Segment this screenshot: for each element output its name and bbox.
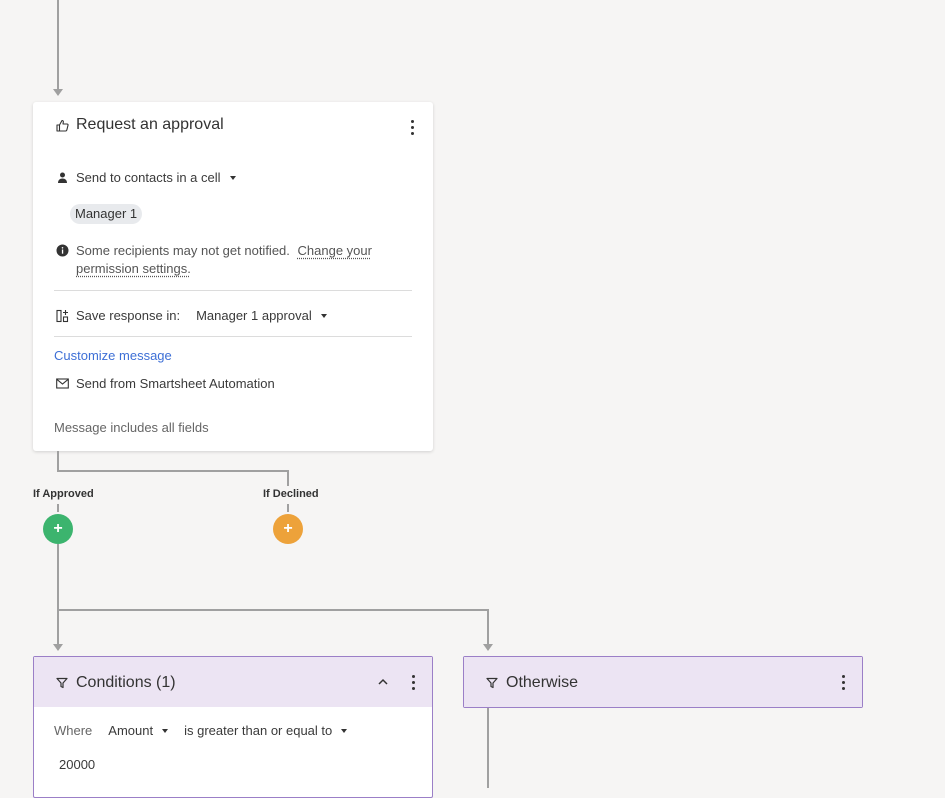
condition-operator-dropdown[interactable]: is greater than or equal to — [184, 723, 348, 738]
conditions-card: Conditions (1) Where Amount is greater t… — [33, 656, 433, 798]
permission-settings-link-part2[interactable]: permission settings. — [76, 261, 191, 276]
permission-notice: Some recipients may not get notified. Ch… — [55, 242, 372, 278]
otherwise-down-connector — [487, 609, 489, 645]
otherwise-out-connector — [487, 708, 489, 788]
envelope-icon — [55, 377, 69, 391]
chevron-down-icon — [229, 175, 236, 180]
conditions-arrow — [53, 644, 63, 651]
conditions-menu-icon[interactable] — [405, 672, 421, 692]
recipient-chip[interactable]: Manager 1 — [70, 204, 143, 224]
recipient-mode-label: Send to contacts in a cell — [76, 170, 221, 185]
thumbs-up-icon — [55, 118, 69, 132]
save-response-dropdown[interactable]: Manager 1 approval — [196, 308, 327, 323]
permission-settings-link-part1[interactable]: Change your — [298, 243, 372, 258]
where-label: Where — [54, 723, 93, 738]
if-declined-label: If Declined — [263, 488, 319, 500]
divider — [54, 336, 412, 337]
condition-value-field[interactable]: 20000 — [59, 757, 95, 772]
approval-card-title: Request an approval — [76, 116, 224, 133]
divider — [54, 290, 412, 291]
conditions-title: Conditions (1) — [76, 674, 176, 691]
filter-icon — [485, 676, 499, 690]
customize-message-link[interactable]: Customize message — [54, 348, 172, 363]
if-approved-label: If Approved — [33, 488, 94, 500]
chevron-down-icon — [162, 728, 169, 733]
plus-icon: + — [283, 520, 293, 537]
condition-split-connector — [57, 609, 489, 611]
declined-connector — [287, 470, 289, 486]
chevron-down-icon — [341, 728, 348, 733]
save-column-icon — [55, 309, 69, 323]
save-response-label: Save response in: — [76, 308, 181, 323]
send-from-label: Send from Smartsheet Automation — [76, 376, 275, 391]
request-approval-card: Request an approval Send to contacts in … — [33, 102, 433, 451]
notice-text: Some recipients may not get notified. — [76, 243, 290, 258]
top-connector-arrow — [53, 89, 63, 96]
branch-horizontal-connector — [57, 470, 289, 472]
approved-down-connector — [57, 544, 59, 645]
condition-field-value: Amount — [108, 723, 154, 738]
info-icon — [55, 243, 69, 257]
condition-operator-value: is greater than or equal to — [184, 723, 333, 738]
top-connector — [57, 0, 59, 90]
recipient-mode-dropdown[interactable]: Send to contacts in a cell — [55, 170, 236, 185]
collapse-chevron-up-icon[interactable] — [376, 675, 390, 689]
approved-stub-connector — [57, 504, 59, 512]
save-response-value: Manager 1 approval — [196, 308, 312, 323]
otherwise-title: Otherwise — [506, 674, 579, 691]
otherwise-arrow — [483, 644, 493, 651]
otherwise-card: Otherwise — [463, 656, 863, 708]
declined-stub-connector — [287, 504, 289, 512]
add-declined-step-button[interactable]: + — [273, 514, 303, 544]
filter-icon — [55, 676, 69, 690]
approval-out-connector — [57, 451, 59, 471]
add-approved-step-button[interactable]: + — [43, 514, 73, 544]
plus-icon: + — [53, 520, 63, 537]
otherwise-menu-icon[interactable] — [835, 672, 851, 692]
chevron-down-icon — [320, 313, 327, 318]
message-includes-note: Message includes all fields — [54, 420, 209, 435]
person-icon — [55, 171, 69, 185]
condition-field-dropdown[interactable]: Amount — [108, 723, 169, 738]
approval-card-menu-icon[interactable] — [404, 117, 420, 137]
